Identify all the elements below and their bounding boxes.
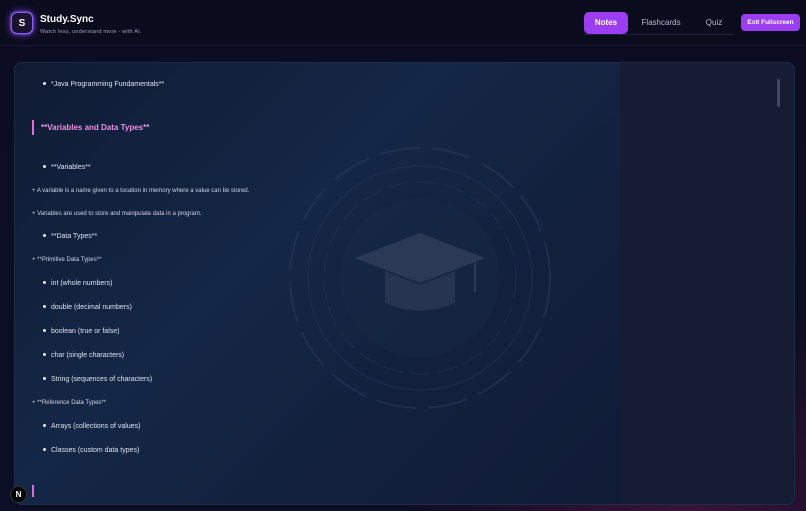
notes-panel: *Java Programming Fundamentals** **Varia… [14,62,795,505]
sub-item: + **Reference Data Types** [32,400,107,406]
scrollbar-thumb[interactable] [777,79,780,107]
tab-notes[interactable]: Notes [584,11,628,34]
list-item: boolean (true or false) [43,328,119,335]
list-item: **Variables** [43,164,91,171]
sub-item: + A variable is a name given to a locati… [32,188,250,194]
list-item: char (single characters) [43,352,124,359]
list-item: Arrays (collections of values) [43,423,140,430]
notes-content: *Java Programming Fundamentals** **Varia… [15,63,620,504]
list-item: int (whole numbers) [43,280,112,287]
list-item: Classes (custom data types) [43,447,139,454]
section-heading-partial [32,485,34,497]
section-heading: **Variables and Data Types** [32,120,149,135]
list-item: String (sequences of characters) [43,376,152,383]
app-logo[interactable]: S [11,12,33,34]
app-title: Study.Sync [40,14,94,25]
list-item: double (decimal numbers) [43,304,132,311]
list-item: *Java Programming Fundamentals** [43,81,164,88]
app-tagline: Watch less, understand more - with AI. [40,29,142,35]
top-bar: S Study.Sync Watch less, understand more… [0,0,806,46]
notes-side-area [620,63,794,504]
view-tabs: Notes Flashcards Quiz [584,11,734,35]
sub-item: + **Primitive Data Types** [32,257,102,263]
exit-fullscreen-button[interactable]: Exit Fullscreen [741,14,800,31]
tab-flashcards[interactable]: Flashcards [628,12,694,34]
dev-overlay-badge[interactable]: N [10,486,27,503]
list-item: **Data Types** [43,233,97,240]
tab-quiz[interactable]: Quiz [694,12,734,34]
sub-item: + Variables are used to store and manipu… [32,211,202,217]
app-root: S Study.Sync Watch less, understand more… [0,0,806,511]
